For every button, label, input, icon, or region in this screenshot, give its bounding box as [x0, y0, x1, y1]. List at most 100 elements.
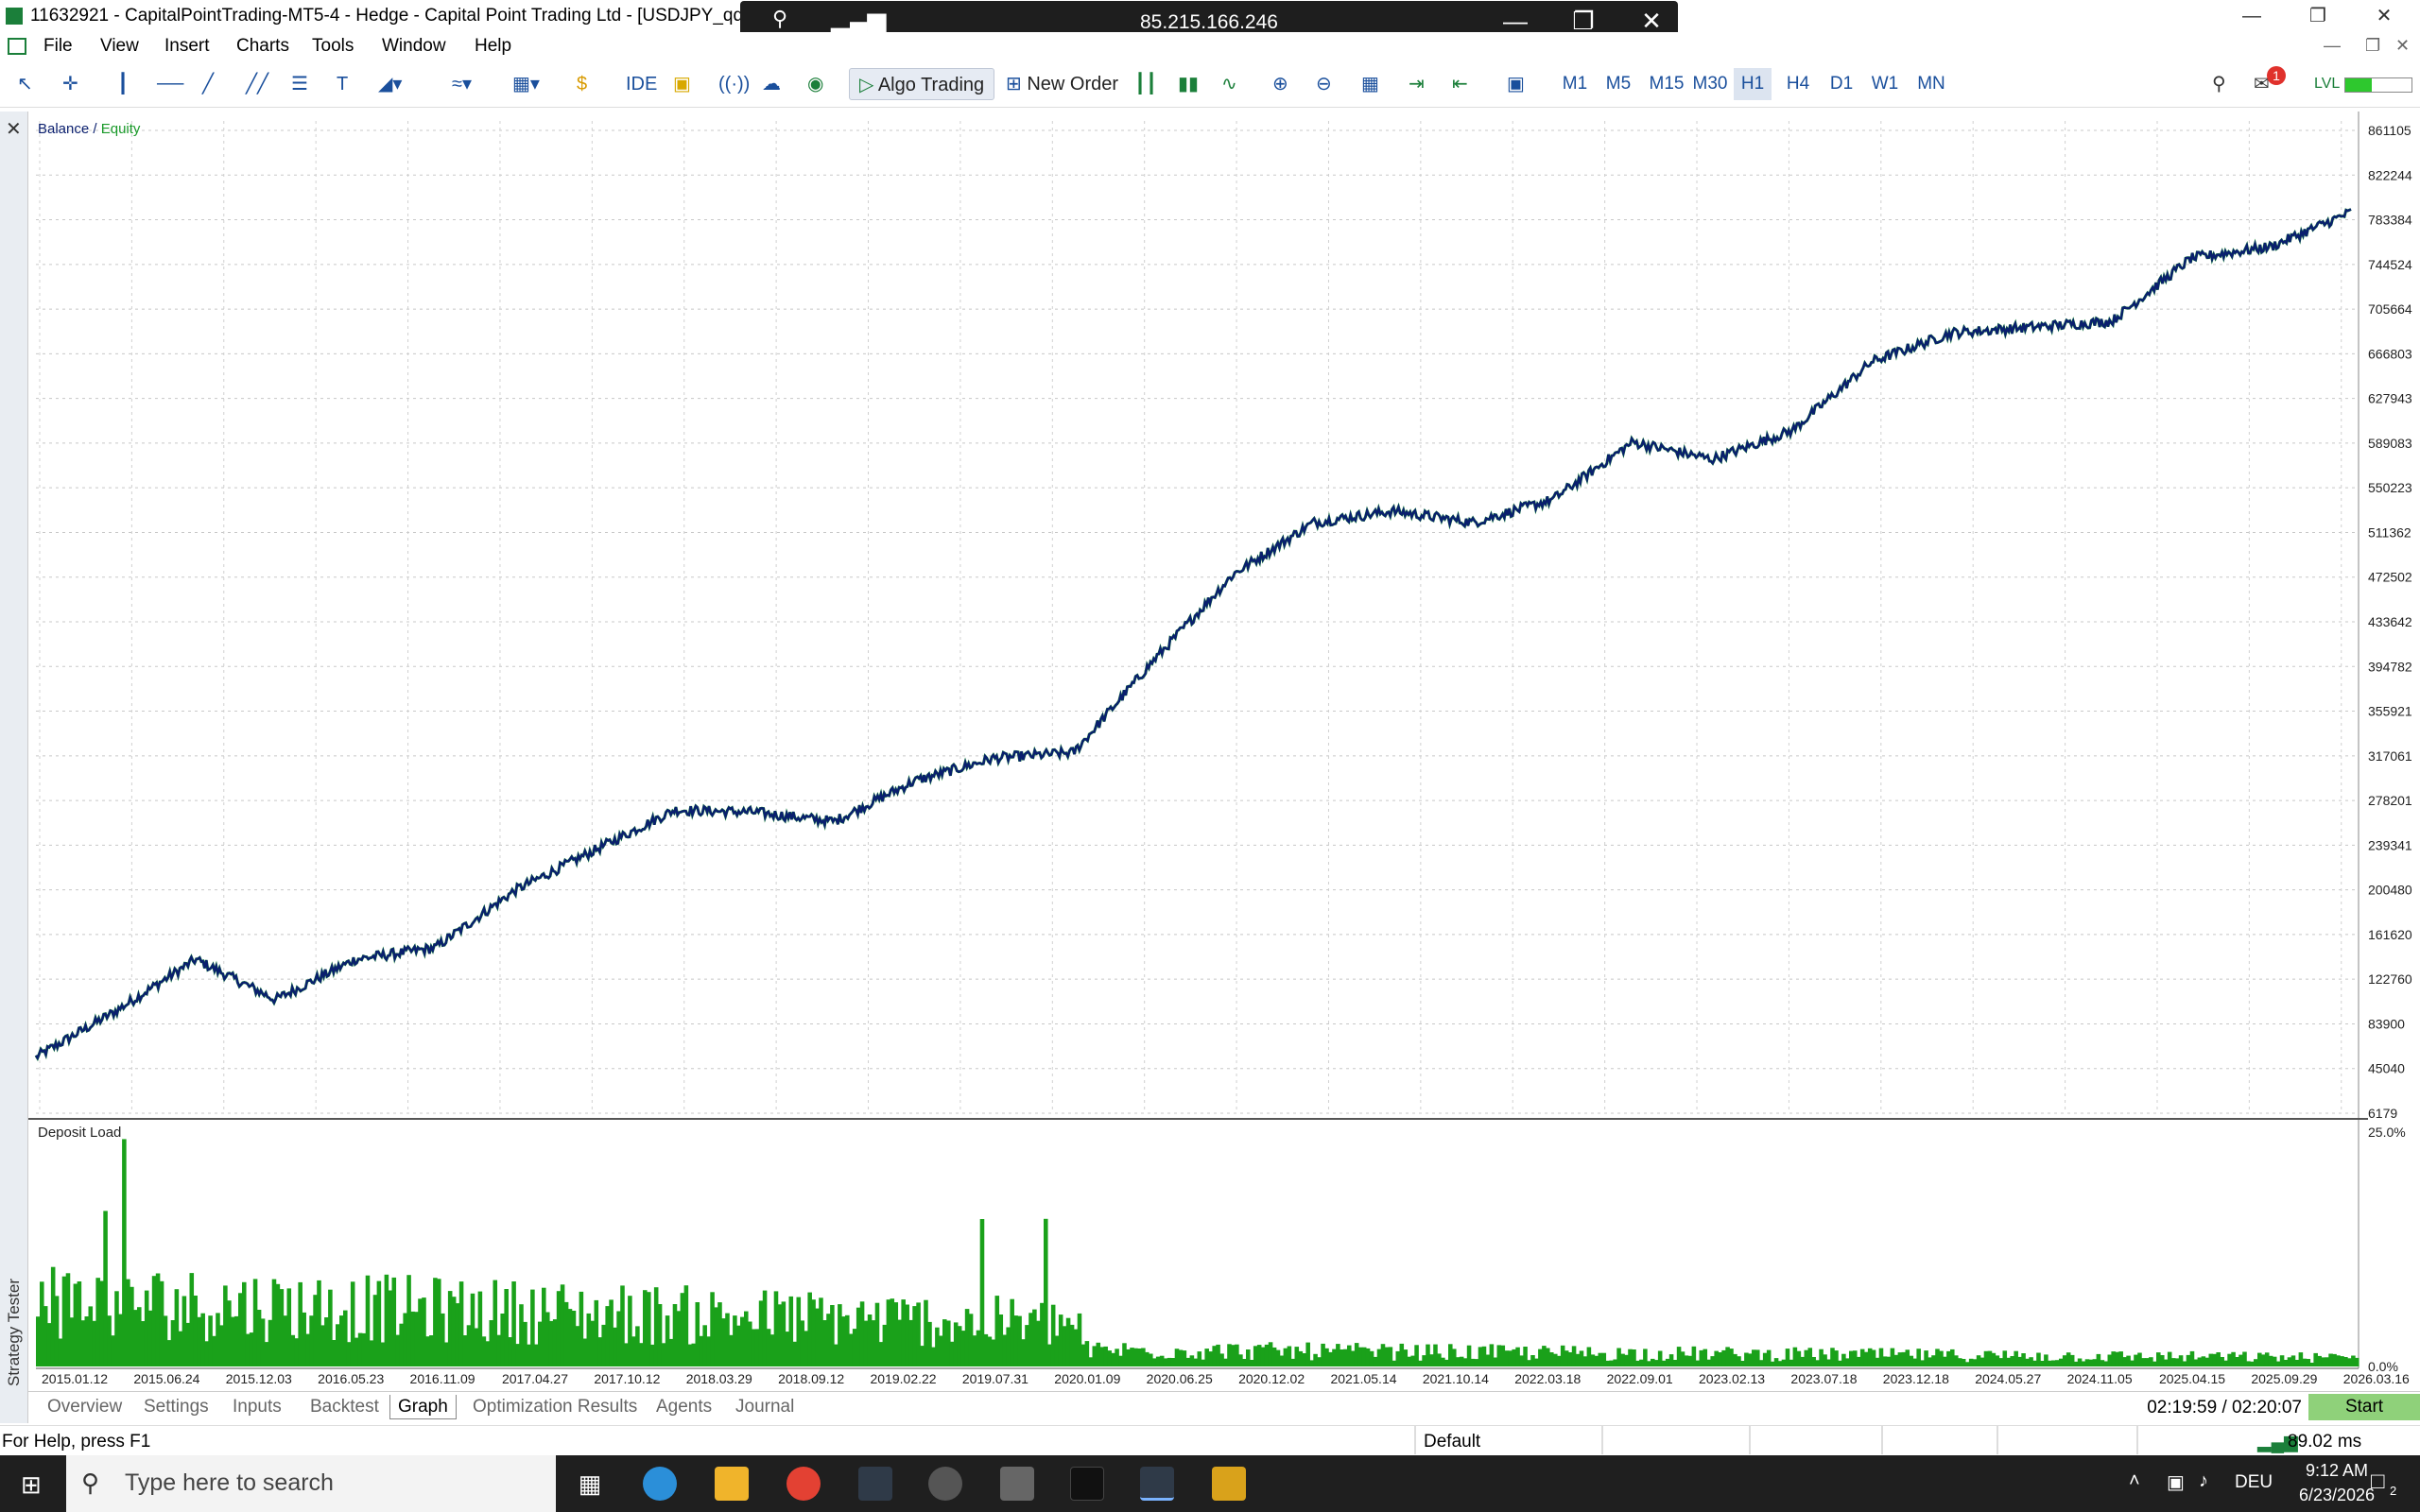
timeframe-h1[interactable]: H1: [1734, 68, 1772, 100]
language-indicator[interactable]: DEU: [2235, 1472, 2273, 1493]
tab-agents[interactable]: Agents: [648, 1395, 719, 1419]
deposit-load-bar: [1635, 1360, 1640, 1366]
deposit-load-bar: [1275, 1349, 1281, 1366]
close-icon[interactable]: ✕: [2363, 2, 2405, 30]
screenshot-icon[interactable]: ▣: [1507, 68, 1525, 100]
templates-icon[interactable]: ▦▾: [512, 68, 540, 100]
algo-trading-button[interactable]: ▷ Algo Trading: [849, 68, 995, 100]
timeframe-m1[interactable]: M1: [1556, 68, 1594, 100]
ic-markets-icon[interactable]: [1140, 1467, 1174, 1501]
shapes-icon[interactable]: ◢▾: [378, 68, 402, 100]
deposit-load-bar: [242, 1281, 247, 1366]
deposit-load-bar: [380, 1342, 386, 1366]
clock-date[interactable]: 6/23/2026: [2291, 1486, 2382, 1505]
obs-icon[interactable]: [928, 1467, 962, 1501]
sublime-icon[interactable]: [1212, 1467, 1246, 1501]
volume-icon[interactable]: ♪: [2199, 1470, 2208, 1492]
chart-close-icon[interactable]: ✕: [2395, 36, 2410, 56]
menu-view[interactable]: View: [100, 36, 139, 57]
deposit-load-bar: [2220, 1357, 2224, 1366]
channel-icon[interactable]: ╱╱: [246, 68, 268, 100]
lock-icon[interactable]: ▣: [673, 68, 691, 100]
timeframe-m15[interactable]: M15: [1645, 68, 1688, 100]
tab-settings[interactable]: Settings: [136, 1395, 216, 1419]
autoscroll-icon[interactable]: ⇥: [1409, 68, 1425, 100]
deposit-load-bar: [586, 1313, 592, 1366]
deposit-load-bar: [126, 1279, 130, 1366]
menu-insert[interactable]: Insert: [164, 36, 210, 57]
menu-file[interactable]: File: [43, 36, 73, 57]
timeframe-mn[interactable]: MN: [1910, 68, 1953, 100]
indicators-icon[interactable]: ≈▾: [452, 68, 472, 100]
deposit-load-bar: [504, 1289, 509, 1366]
text-icon[interactable]: T: [337, 68, 348, 100]
start-button[interactable]: Start: [2308, 1394, 2420, 1420]
taskbar-search[interactable]: ⚲ Type here to search: [66, 1455, 556, 1512]
file-explorer-icon[interactable]: [715, 1467, 749, 1501]
x-tick-label: 2015.06.24: [133, 1371, 199, 1386]
timeframe-h4[interactable]: H4: [1779, 68, 1817, 100]
search-icon[interactable]: ⚲: [2212, 68, 2226, 100]
timeframe-m30[interactable]: M30: [1688, 68, 1732, 100]
menu-window[interactable]: Window: [382, 36, 446, 57]
chrome-icon[interactable]: [786, 1467, 821, 1501]
menu-charts[interactable]: Charts: [236, 36, 289, 57]
menu-tools[interactable]: Tools: [312, 36, 354, 57]
grid-icon[interactable]: ▦: [1361, 68, 1379, 100]
new-order-button[interactable]: ⊞ New Order: [996, 68, 1128, 100]
signals-icon[interactable]: ((·)): [718, 68, 750, 100]
notification-center-icon[interactable]: □: [2371, 1469, 2385, 1495]
chart-shift-icon[interactable]: ⇤: [1452, 68, 1468, 100]
minimize-icon[interactable]: —: [2231, 2, 2273, 30]
deposit-load-bar: [1901, 1351, 1907, 1366]
ic-trading-icon[interactable]: [858, 1467, 892, 1501]
crosshair-icon[interactable]: ✛: [62, 68, 78, 100]
horizontal-line-icon[interactable]: ──: [157, 68, 183, 100]
tab-overview[interactable]: Overview: [40, 1395, 130, 1419]
terminal-icon[interactable]: [1070, 1467, 1104, 1501]
deposit-load-bar: [1651, 1358, 1655, 1366]
cloud-icon[interactable]: ☁: [762, 68, 781, 100]
candlestick-icon[interactable]: ▮▮: [1178, 68, 1199, 100]
remote-ip-label: 85.215.166.246: [1140, 11, 1278, 33]
tester-close-icon[interactable]: ✕: [6, 117, 22, 141]
edge-icon[interactable]: [643, 1467, 677, 1501]
app-menu-icon[interactable]: [8, 38, 26, 55]
y-tick-label: 744524: [2368, 257, 2412, 272]
tab-inputs[interactable]: Inputs: [225, 1395, 289, 1419]
market-icon[interactable]: $: [577, 68, 587, 100]
restore-icon[interactable]: ❐: [2297, 2, 2339, 30]
windows-start-icon[interactable]: ⊞: [21, 1470, 42, 1500]
zoom-in-icon[interactable]: ⊕: [1272, 68, 1288, 100]
clock-time[interactable]: 9:12 AM: [2291, 1461, 2382, 1481]
tab-graph[interactable]: Graph: [389, 1395, 457, 1419]
chart-minimize-icon[interactable]: —: [2324, 36, 2341, 56]
tray-chevron-icon[interactable]: ˄: [2129, 1470, 2140, 1492]
timeframe-m5[interactable]: M5: [1599, 68, 1637, 100]
vertical-line-icon[interactable]: ┃: [117, 68, 129, 100]
app-icon[interactable]: [1000, 1467, 1034, 1501]
bar-chart-icon[interactable]: ┃┃: [1134, 68, 1157, 100]
vps-icon[interactable]: ◉: [807, 68, 823, 100]
timeframe-d1[interactable]: D1: [1823, 68, 1860, 100]
network-icon[interactable]: ▣: [2167, 1470, 2185, 1494]
deposit-load-bar: [1598, 1352, 1603, 1366]
deposit-load-bar: [95, 1278, 100, 1366]
zoom-out-icon[interactable]: ⊖: [1316, 68, 1332, 100]
trendline-icon[interactable]: ╱: [202, 68, 214, 100]
fibonacci-icon[interactable]: ☰: [291, 68, 308, 100]
deposit-load-bar: [1010, 1298, 1014, 1366]
tab-journal[interactable]: Journal: [728, 1395, 802, 1419]
deposit-load-bar: [1819, 1349, 1824, 1366]
menu-help[interactable]: Help: [475, 36, 511, 57]
deposit-load-bar: [1107, 1350, 1112, 1366]
tab-backtest[interactable]: Backtest: [302, 1395, 387, 1419]
timeframe-w1[interactable]: W1: [1866, 68, 1904, 100]
line-chart-icon[interactable]: ∿: [1221, 68, 1237, 100]
deposit-load-bar: [133, 1310, 138, 1366]
ide-button[interactable]: IDE: [626, 68, 657, 100]
tab-optimization-results[interactable]: Optimization Results: [465, 1395, 645, 1419]
cursor-icon[interactable]: ↖: [17, 68, 33, 100]
task-view-icon[interactable]: ▦: [573, 1467, 607, 1501]
chart-restore-icon[interactable]: ❐: [2365, 36, 2380, 56]
